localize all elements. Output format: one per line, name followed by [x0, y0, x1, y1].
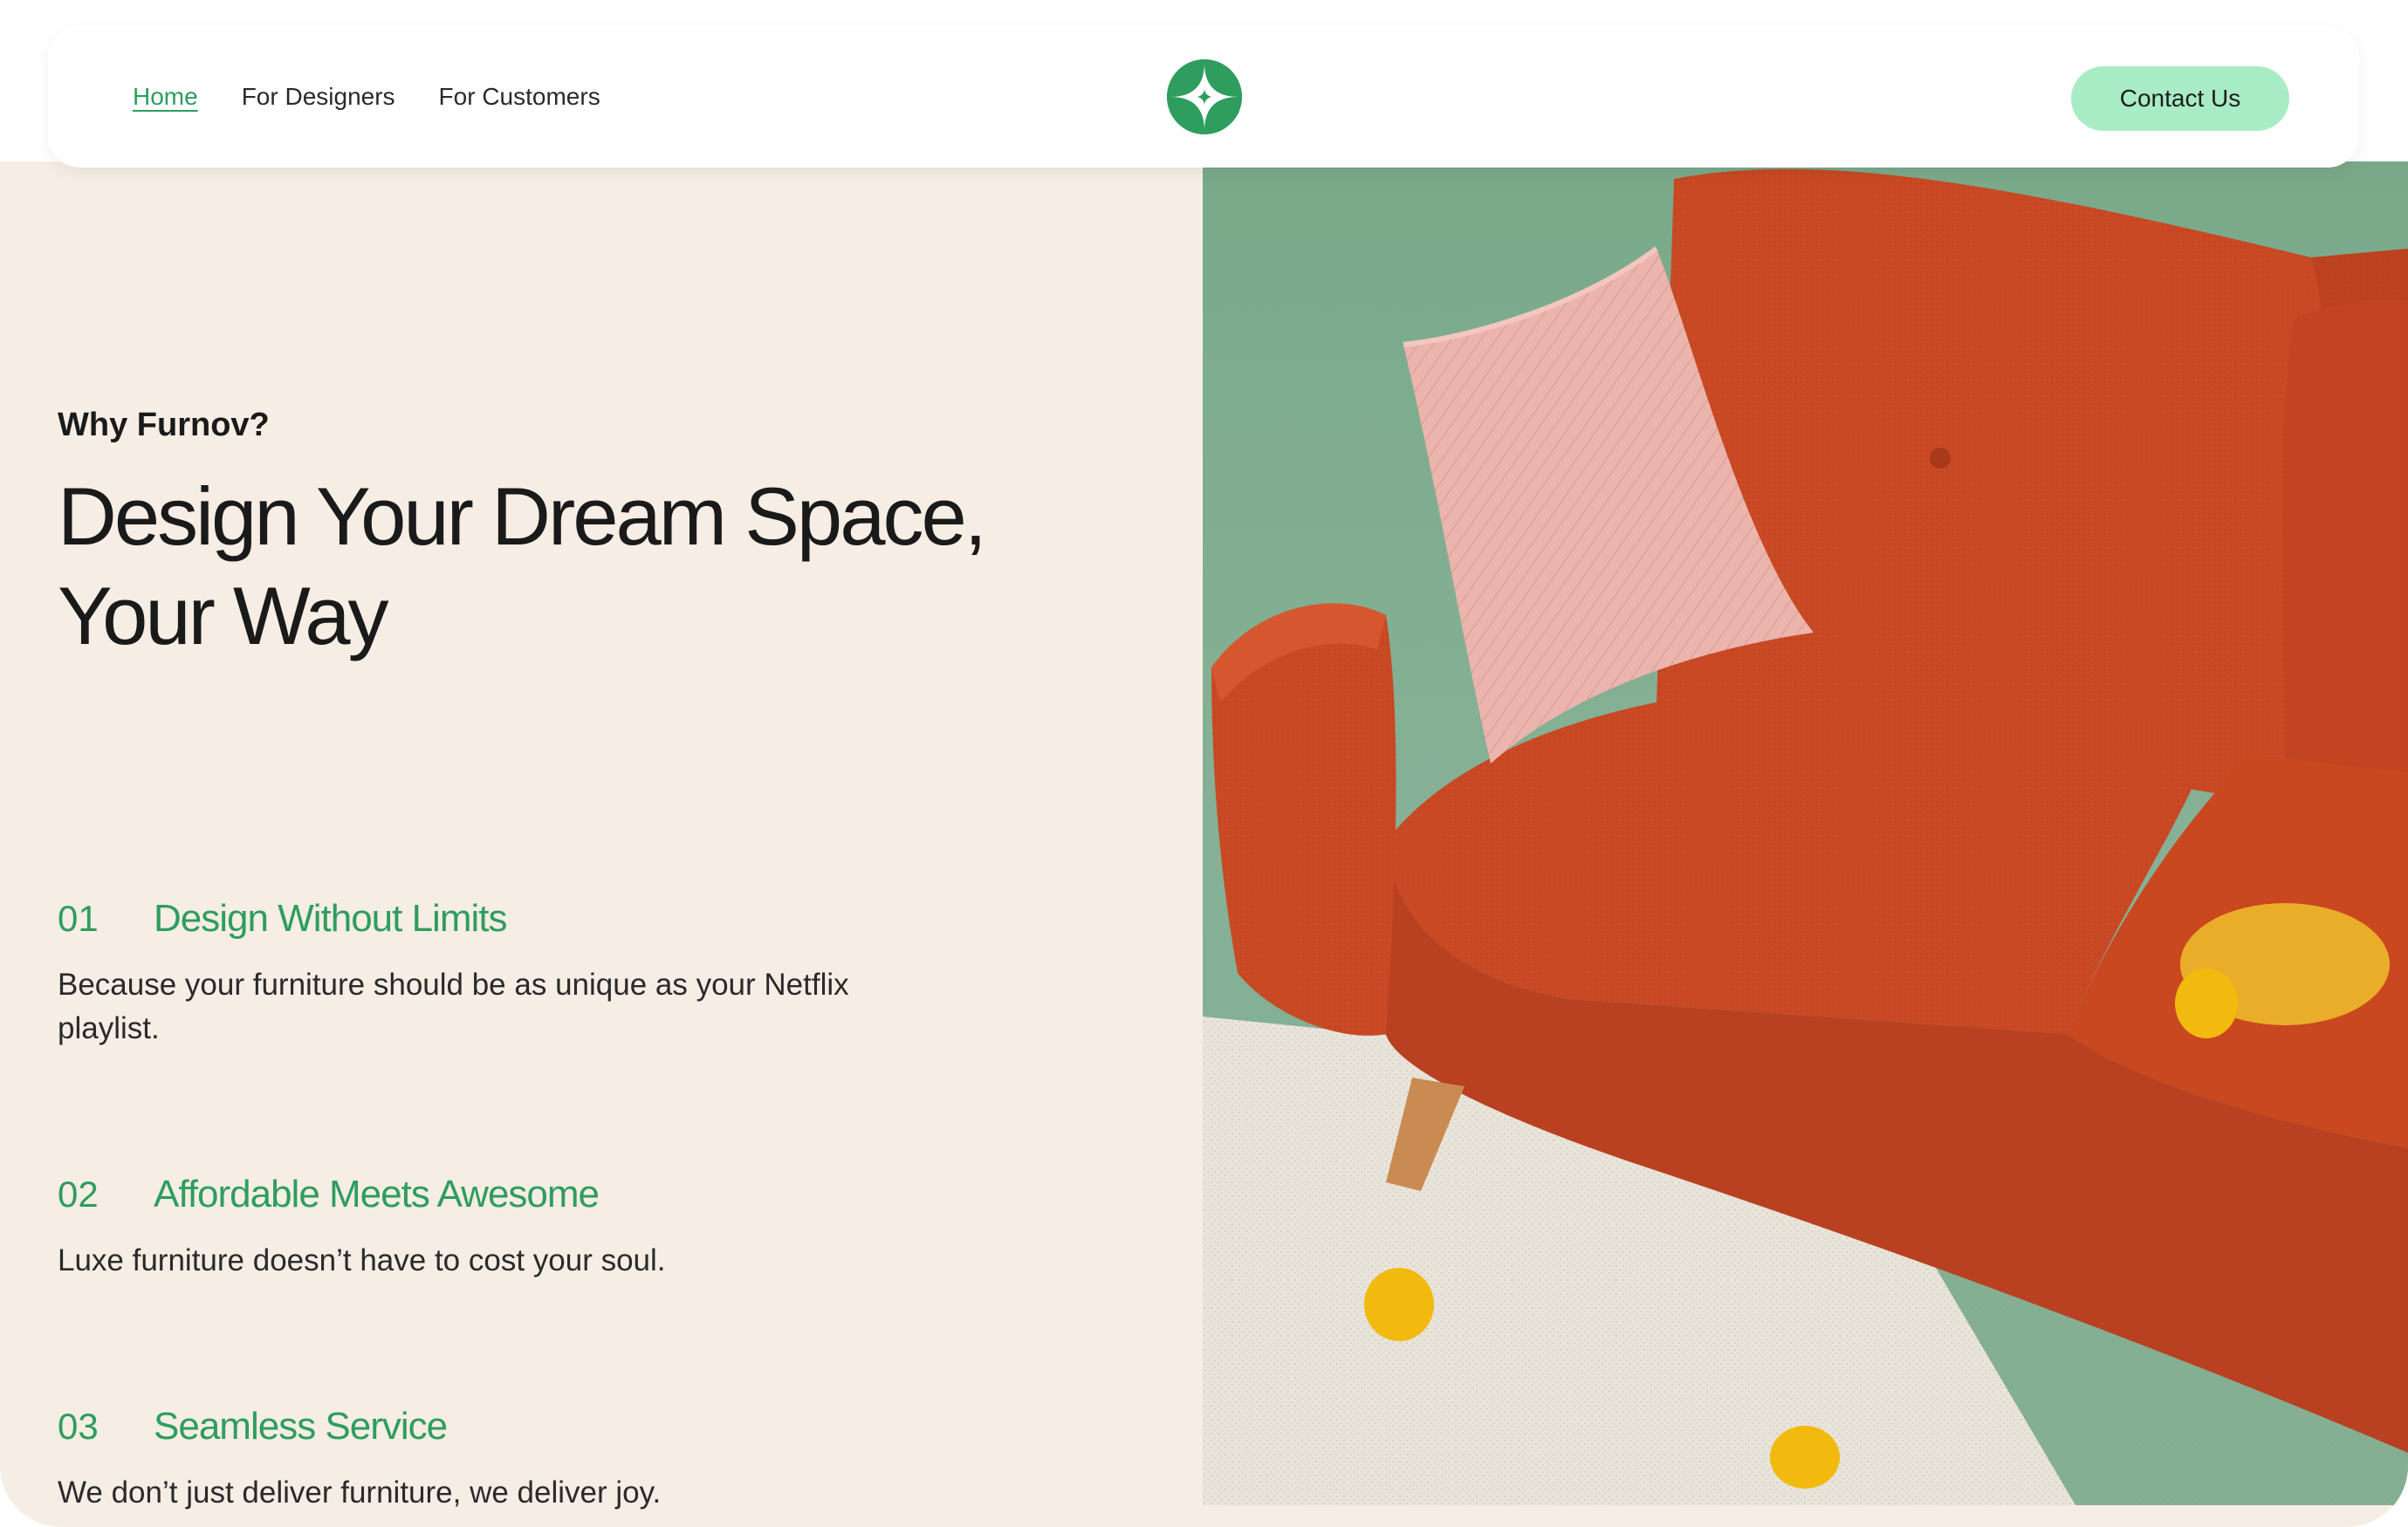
nav-for-customers-link[interactable]: For Customers — [439, 83, 600, 111]
nav-for-designers-link[interactable]: For Designers — [242, 83, 395, 111]
sofa-photo — [1203, 161, 2408, 1505]
lemon — [2175, 969, 2238, 1038]
feature-title: Design Without Limits — [154, 897, 507, 940]
feature-item: 02 Affordable Meets Awesome Luxe furnitu… — [58, 1173, 1018, 1283]
feature-description: Luxe furniture doesn’t have to cost your… — [58, 1243, 666, 1277]
sparkle-logo-icon[interactable] — [1167, 59, 1242, 134]
hero-headline: Design Your Dream Space, Your Way — [58, 467, 1105, 666]
feature-title: Affordable Meets Awesome — [154, 1173, 600, 1215]
headline-line-1: Design Your Dream Space, — [58, 470, 987, 562]
sofa-illustration — [1203, 168, 2408, 1505]
headline-line-2: Your Way — [58, 570, 389, 661]
feature-number: 03 — [58, 1406, 99, 1447]
feature-description: Because your furniture should be as uniq… — [58, 968, 849, 1045]
page: Home For Designers For Customers Contact… — [0, 0, 2408, 1527]
nav-home-link[interactable]: Home — [133, 83, 198, 111]
feature-number: 01 — [58, 898, 99, 939]
site-header: Home For Designers For Customers Contact… — [48, 26, 2359, 168]
lemon — [1364, 1268, 1434, 1341]
contact-us-button[interactable]: Contact Us — [2071, 66, 2289, 131]
lemon — [1770, 1426, 1840, 1489]
main-nav: Home For Designers For Customers — [133, 26, 600, 168]
feature-item: 03 Seamless Service We don’t just delive… — [58, 1405, 1018, 1515]
eyebrow-label: Why Furnov? — [58, 407, 270, 443]
feature-title: Seamless Service — [154, 1405, 448, 1448]
feature-description: We don’t just deliver furniture, we deli… — [58, 1476, 662, 1510]
feature-number: 02 — [58, 1174, 99, 1215]
feature-item: 01 Design Without Limits Because your fu… — [58, 897, 1018, 1051]
